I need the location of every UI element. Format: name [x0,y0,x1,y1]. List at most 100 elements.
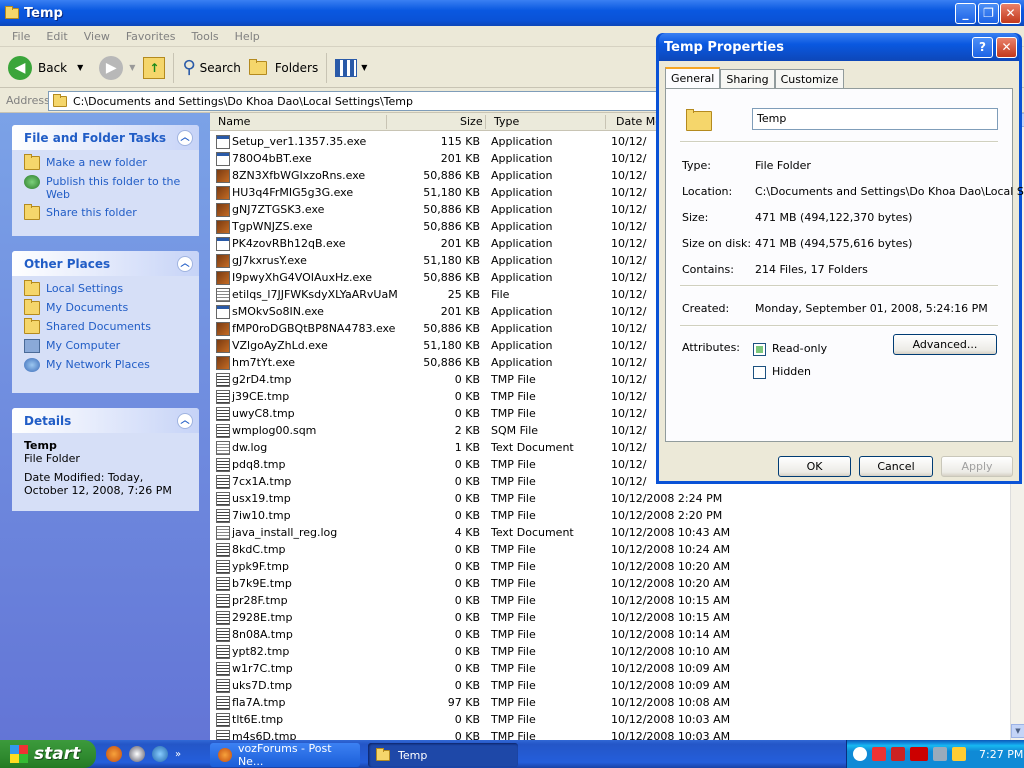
menu-help[interactable]: Help [227,30,268,43]
address-input[interactable]: C:\Documents and Settings\Do Khoa Dao\Lo… [48,91,668,111]
collapse-icon[interactable]: ︿ [177,412,193,429]
firefox-icon[interactable] [106,746,122,762]
views-button[interactable]: ▼ [331,52,371,84]
antivirus-icon[interactable] [872,747,886,761]
menu-file[interactable]: File [4,30,38,43]
close-button[interactable]: ✕ [1000,3,1021,24]
taskbar-item-temp[interactable]: Temp [368,743,518,767]
table-row[interactable]: fla7A.tmp 97 KB TMP File 10/12/2008 10:08 A… [210,694,730,711]
help-button[interactable]: ? [972,37,993,58]
table-row[interactable]: Setup_ver1.1357.35.exe 115 KB Application 1… [210,133,730,150]
table-row[interactable]: 7iw10.tmp 0 KB TMP File 10/12/2008 2:20 PM [210,507,730,524]
back-button[interactable]: ◀ Back ▼ [4,52,87,84]
panel-header[interactable]: Other Places ︿ [12,251,199,276]
minimize-button[interactable]: _ [955,3,976,24]
column-divider[interactable] [485,115,486,129]
start-button[interactable]: start [0,740,96,768]
menu-view[interactable]: View [76,30,118,43]
table-row[interactable]: usx19.tmp 0 KB TMP File 10/12/2008 2:24 PM [210,490,730,507]
read-only-checkbox[interactable] [753,343,766,356]
table-row[interactable]: pdq8.tmp 0 KB TMP File 10/12/ [210,456,730,473]
share-folder-link[interactable]: Share this folder [24,204,189,220]
table-row[interactable]: 780O4bBT.exe 201 KB Application 10/12/ [210,150,730,167]
table-row[interactable]: g2rD4.tmp 0 KB TMP File 10/12/ [210,371,730,388]
table-row[interactable]: wmplog00.sqm 2 KB SQM File 10/12/ [210,422,730,439]
advanced-button[interactable]: Advanced... [893,334,997,355]
table-row[interactable]: uwyC8.tmp 0 KB TMP File 10/12/ [210,405,730,422]
speaker-icon[interactable] [952,747,966,761]
column-type[interactable]: Type [494,115,519,128]
table-row[interactable]: pr28F.tmp 0 KB TMP File 10/12/2008 10:15 AM [210,592,730,609]
column-size[interactable]: Size [460,115,483,128]
hidden-checkbox[interactable] [753,366,766,379]
column-divider[interactable] [605,115,606,129]
apply-button[interactable]: Apply [941,456,1013,477]
menu-edit[interactable]: Edit [38,30,75,43]
table-row[interactable]: I9pwyXhG4VOIAuxHz.exe 50,886 KB Applicatio… [210,269,730,286]
table-row[interactable]: ypk9F.tmp 0 KB TMP File 10/12/2008 10:20 AM [210,558,730,575]
my-network-places-link[interactable]: My Network Places [24,358,189,372]
table-row[interactable]: gNJ7ZTGSK3.exe 50,886 KB Application 10/12/ [210,201,730,218]
table-row[interactable]: uks7D.tmp 0 KB TMP File 10/12/2008 10:09 AM [210,677,730,694]
table-row[interactable]: m4s6D.tmp 0 KB TMP File 10/12/2008 10:03 AM [210,728,730,740]
folders-button[interactable]: Folders [245,52,322,84]
publish-web-link[interactable]: Publish this folder to the Web [24,175,189,201]
shield-icon[interactable] [891,747,905,761]
restore-button[interactable]: ❐ [978,3,999,24]
table-row[interactable]: tlt6E.tmp 0 KB TMP File 10/12/2008 10:03 AM [210,711,730,728]
tab-customize[interactable]: Customize [774,69,845,89]
search-button[interactable]: ⚲ Search [178,52,244,84]
table-row[interactable]: VZlgoAyZhLd.exe 51,180 KB Application 10/12… [210,337,730,354]
chevron-right-icon[interactable]: » [175,749,181,760]
ok-button[interactable]: OK [778,456,851,477]
table-row[interactable]: sMOkvSo8IN.exe 201 KB Application 10/12/ [210,303,730,320]
table-row[interactable]: java_install_reg.log 4 KB Text Document 10/… [210,524,730,541]
tray-expand-icon[interactable] [853,747,867,761]
table-row[interactable]: 8kdC.tmp 0 KB TMP File 10/12/2008 10:24 AM [210,541,730,558]
internet-explorer-icon[interactable] [152,746,168,762]
table-row[interactable]: 7cx1A.tmp 0 KB TMP File 10/12/ [210,473,730,490]
table-row[interactable]: etilqs_l7JJFWKsdyXLYaARvUaM 25 KB File 10/1… [210,286,730,303]
collapse-icon[interactable]: ︿ [177,129,193,146]
ati-icon[interactable] [910,747,928,761]
network-icon[interactable] [933,747,947,761]
taskbar-item-vozforums[interactable]: vozForums - Post Ne... [210,742,360,768]
scroll-down-arrow-icon[interactable]: ▼ [1011,724,1024,738]
table-row[interactable]: 8ZN3XfbWGIxzoRns.exe 50,886 KB Application… [210,167,730,184]
my-computer-link[interactable]: My Computer [24,339,189,353]
local-settings-link[interactable]: Local Settings [24,280,189,296]
tab-sharing[interactable]: Sharing [720,69,775,89]
table-row[interactable]: w1r7C.tmp 0 KB TMP File 10/12/2008 10:09 AM [210,660,730,677]
table-row[interactable]: dw.log 1 KB Text Document 10/12/ [210,439,730,456]
shared-documents-link[interactable]: Shared Documents [24,318,189,334]
table-row[interactable]: j39CE.tmp 0 KB TMP File 10/12/ [210,388,730,405]
column-divider[interactable] [386,115,387,129]
window-titlebar[interactable]: Temp _ ❐ ✕ [0,0,1024,26]
cancel-button[interactable]: Cancel [859,456,933,477]
table-row[interactable]: 8n08A.tmp 0 KB TMP File 10/12/2008 10:14 AM [210,626,730,643]
table-row[interactable]: fMP0roDGBQtBP8NA4783.exe 50,886 KB Applica… [210,320,730,337]
chevron-down-icon[interactable]: ▼ [77,63,83,72]
menu-favorites[interactable]: Favorites [118,30,184,43]
tab-general[interactable]: General [665,67,721,89]
column-name[interactable]: Name [218,115,250,128]
folder-name-input[interactable]: Temp [752,108,998,130]
table-row[interactable]: HU3q4FrMIG5g3G.exe 51,180 KB Application 10… [210,184,730,201]
make-new-folder-link[interactable]: Make a new folder [24,154,189,170]
table-row[interactable]: ypt82.tmp 0 KB TMP File 10/12/2008 10:10 AM [210,643,730,660]
panel-header[interactable]: Details ︿ [12,408,199,433]
up-folder-button[interactable]: ↑ [139,52,169,84]
media-player-icon[interactable] [129,746,145,762]
table-row[interactable]: PK4zovRBh12qB.exe 201 KB Application 10/12/ [210,235,730,252]
table-row[interactable]: b7k9E.tmp 0 KB TMP File 10/12/2008 10:20 AM [210,575,730,592]
table-row[interactable]: gJ7kxrusY.exe 51,180 KB Application 10/12/ [210,252,730,269]
table-row[interactable]: TgpWNJZS.exe 50,886 KB Application 10/12/ [210,218,730,235]
table-row[interactable]: 2928E.tmp 0 KB TMP File 10/12/2008 10:15 AM [210,609,730,626]
dialog-titlebar[interactable]: Temp Properties ? ✕ [659,33,1019,61]
menu-tools[interactable]: Tools [184,30,227,43]
panel-header[interactable]: File and Folder Tasks ︿ [12,125,199,150]
dialog-close-button[interactable]: ✕ [996,37,1017,58]
my-documents-link[interactable]: My Documents [24,299,189,315]
forward-button[interactable]: ▶ ▼ [87,52,139,84]
table-row[interactable]: hm7tYt.exe 50,886 KB Application 10/12/ [210,354,730,371]
